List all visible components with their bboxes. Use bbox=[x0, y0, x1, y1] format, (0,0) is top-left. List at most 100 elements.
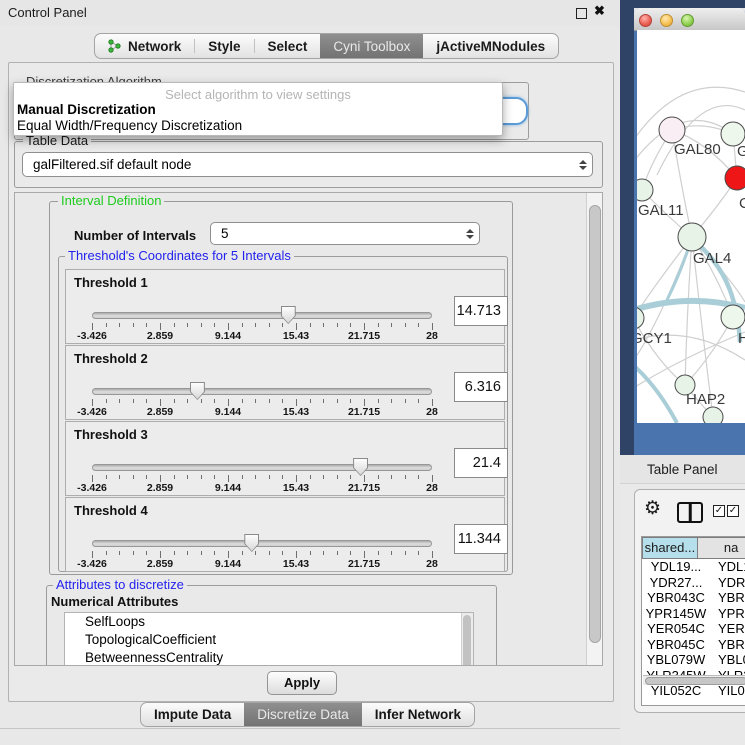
tab-select[interactable]: Select bbox=[255, 34, 321, 58]
tab-infer-network[interactable]: Infer Network bbox=[362, 703, 474, 726]
table-hscrollbar-thumb[interactable] bbox=[645, 677, 745, 685]
column-header-name[interactable]: na bbox=[698, 537, 745, 559]
cell-shared-name[interactable]: YER054C bbox=[642, 621, 710, 637]
cell-shared-name[interactable]: YDR27... bbox=[642, 575, 710, 591]
settings-scroll-area: Interval Definition Number of Intervals … bbox=[14, 192, 603, 666]
thresholds-group: Threshold's Coordinates for 5 Intervals … bbox=[58, 256, 508, 572]
tab-jactivemnodules[interactable]: jActiveMNodules bbox=[423, 34, 558, 58]
node-gal11[interactable] bbox=[637, 179, 653, 201]
control-panel-titlebar: Control Panel ✖ bbox=[0, 0, 620, 26]
cell-name[interactable]: YDR2 bbox=[710, 575, 745, 591]
tab-impute-data-label: Impute Data bbox=[154, 707, 231, 722]
table-row[interactable]: YBR043CYBR0 bbox=[642, 590, 745, 606]
cell-name[interactable]: YPR1 bbox=[710, 606, 745, 622]
label-gal11: GAL11 bbox=[638, 202, 684, 219]
tab-network[interactable]: Network bbox=[95, 34, 194, 58]
attributes-group-label: Attributes to discretize bbox=[53, 578, 187, 592]
table-row[interactable]: YDL19...YDL1 bbox=[642, 559, 745, 575]
threshold-label: Threshold 3 bbox=[74, 427, 148, 442]
tab-discretize-data[interactable]: Discretize Data bbox=[244, 703, 362, 726]
table-header-row: shared... na bbox=[642, 537, 745, 559]
apply-button[interactable]: Apply bbox=[267, 671, 337, 695]
table-panel-title: Table Panel bbox=[647, 462, 718, 477]
slider-tick-labels: -3.4262.8599.14415.4321.71528 bbox=[66, 482, 504, 494]
threshold-value-field[interactable]: 14.713 bbox=[454, 296, 508, 326]
num-intervals-combobox[interactable]: 5 bbox=[210, 222, 480, 245]
threshold-slider-thumb[interactable] bbox=[281, 306, 296, 324]
network-view-window: GAL80 GA C GAL11 GAL4 GCY1 H HAP2 bbox=[634, 8, 745, 455]
minimize-traffic-light-icon[interactable] bbox=[660, 14, 673, 27]
table-data-combobox[interactable]: galFiltered.sif default node bbox=[22, 152, 593, 177]
zoom-traffic-light-icon[interactable] bbox=[681, 14, 694, 27]
threshold-slider-thumb[interactable] bbox=[353, 458, 368, 476]
threshold-value-field[interactable]: 21.4 bbox=[454, 448, 508, 478]
slider-tick-labels: -3.4262.8599.14415.4321.71528 bbox=[66, 406, 504, 418]
threshold-slider-thumb[interactable] bbox=[190, 382, 205, 400]
settings-scrollbar[interactable] bbox=[586, 193, 602, 665]
cell-shared-name[interactable]: YDL19... bbox=[642, 559, 710, 575]
cell-name[interactable]: YIL0 bbox=[710, 683, 745, 699]
top-tabbar: Network Style Select Cyni Toolbox jActiv… bbox=[94, 33, 559, 59]
cell-name[interactable]: YBL0 bbox=[710, 652, 745, 668]
checkbox-icon[interactable]: ✓ bbox=[713, 505, 725, 517]
threshold-value-field[interactable]: 6.316 bbox=[454, 372, 508, 402]
attribute-list-item[interactable]: SelfLoops bbox=[65, 613, 473, 631]
cell-name[interactable]: YBR0 bbox=[710, 590, 745, 606]
gear-icon[interactable]: ⚙ bbox=[644, 499, 661, 518]
numerical-attributes-list: SelfLoopsTopologicalCoefficientBetweenne… bbox=[64, 612, 474, 666]
bottom-tabbar: Impute Data Discretize Data Infer Networ… bbox=[140, 702, 475, 727]
node-gal4[interactable] bbox=[678, 223, 706, 251]
numerical-attributes-label: Numerical Attributes bbox=[51, 594, 178, 609]
network-canvas[interactable]: GAL80 GA C GAL11 GAL4 GCY1 H HAP2 bbox=[637, 30, 745, 423]
attribute-list-item[interactable]: TopologicalCoefficient bbox=[65, 631, 473, 649]
close-icon[interactable]: ✖ bbox=[594, 3, 605, 19]
columns-icon[interactable] bbox=[677, 502, 703, 523]
attributes-group: Attributes to discretize Numerical Attri… bbox=[46, 585, 497, 666]
threshold-label: Threshold 4 bbox=[74, 503, 148, 518]
bottom-divider bbox=[0, 728, 620, 729]
cell-shared-name[interactable]: YBR045C bbox=[642, 637, 710, 653]
cell-name[interactable]: YER0 bbox=[710, 621, 745, 637]
tab-style[interactable]: Style bbox=[195, 34, 253, 58]
checkbox-icon[interactable]: ✓ bbox=[727, 505, 739, 517]
node-h[interactable] bbox=[721, 305, 745, 329]
table-row[interactable]: YBL079WYBL0 bbox=[642, 652, 745, 668]
node-table: shared... na YDL19...YDL1YDR27...YDR2YBR… bbox=[641, 536, 745, 706]
table-row[interactable]: YIL052CYIL0 bbox=[642, 683, 745, 699]
tab-cyni-toolbox-label: Cyni Toolbox bbox=[333, 39, 410, 54]
threshold-slider-thumb[interactable] bbox=[244, 534, 259, 552]
cell-name[interactable]: YDL1 bbox=[710, 559, 745, 575]
label-hap2: HAP2 bbox=[686, 391, 725, 408]
dropdown-option-equal-width[interactable]: Equal Width/Frequency Discretization bbox=[14, 118, 502, 134]
table-row[interactable]: YBR045CYBR0 bbox=[642, 637, 745, 653]
table-row[interactable]: YPR145WYPR1 bbox=[642, 606, 745, 622]
node-bottom[interactable] bbox=[703, 407, 723, 423]
cell-shared-name[interactable]: YBL079W bbox=[642, 652, 710, 668]
tab-impute-data[interactable]: Impute Data bbox=[141, 703, 244, 726]
node-red[interactable] bbox=[725, 166, 745, 190]
threshold-slider-track[interactable] bbox=[92, 388, 432, 395]
float-window-icon[interactable] bbox=[576, 8, 587, 19]
threshold-slider-track[interactable] bbox=[92, 464, 432, 471]
cell-name[interactable]: YBR0 bbox=[710, 637, 745, 653]
table-row[interactable]: YER054CYER0 bbox=[642, 621, 745, 637]
settings-scrollbar-thumb[interactable] bbox=[589, 205, 601, 643]
tab-cyni-toolbox[interactable]: Cyni Toolbox bbox=[320, 34, 423, 58]
table-row[interactable]: YDR27...YDR2 bbox=[642, 575, 745, 591]
cell-shared-name[interactable]: YPR145W bbox=[642, 606, 710, 622]
threshold-slider-track[interactable] bbox=[92, 312, 432, 319]
attribute-list-item[interactable]: BetweennessCentrality bbox=[65, 649, 473, 666]
threshold-value-field[interactable]: 11.344 bbox=[454, 524, 508, 554]
close-traffic-light-icon[interactable] bbox=[639, 14, 652, 27]
dropdown-option-manual[interactable]: Manual Discretization bbox=[14, 102, 502, 118]
cell-shared-name[interactable]: YBR043C bbox=[642, 590, 710, 606]
table-hscrollbar[interactable] bbox=[643, 675, 745, 685]
column-header-shared-name[interactable]: shared... bbox=[642, 537, 698, 559]
combo-arrows-icon bbox=[574, 160, 592, 170]
cell-shared-name[interactable]: YIL052C bbox=[642, 683, 710, 699]
threshold-slider-track[interactable] bbox=[92, 540, 432, 547]
thresholds-group-label: Threshold's Coordinates for 5 Intervals bbox=[65, 249, 294, 263]
node-gal80[interactable] bbox=[659, 117, 685, 143]
interval-definition-label: Interval Definition bbox=[58, 194, 164, 208]
attributes-scrollbar[interactable] bbox=[461, 613, 473, 666]
